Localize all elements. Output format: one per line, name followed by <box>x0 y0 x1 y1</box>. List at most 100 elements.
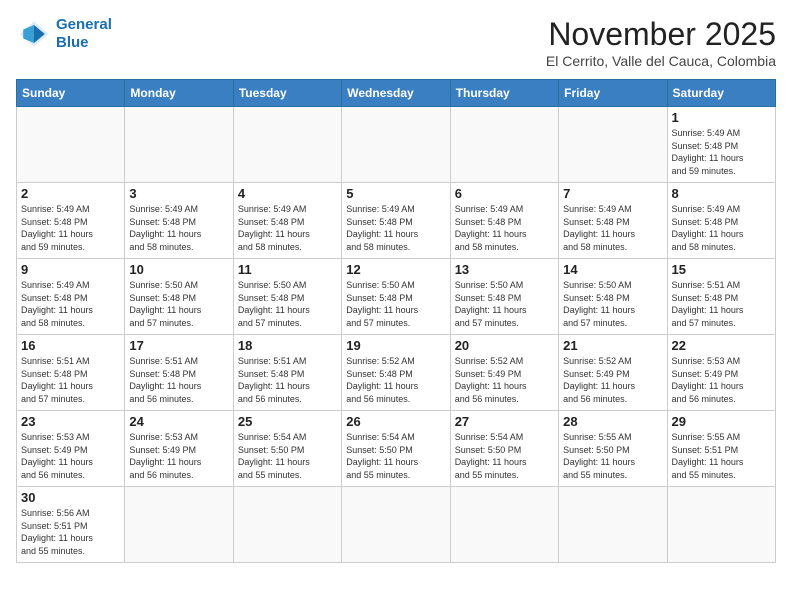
day-number: 25 <box>238 414 337 429</box>
calendar-day-cell: 6 Sunrise: 5:49 AM Sunset: 5:48 PM Daylig… <box>450 183 558 259</box>
day-number: 8 <box>672 186 771 201</box>
calendar-day-cell: 9Sunrise: 5:49 AM Sunset: 5:48 PM Daylig… <box>17 259 125 335</box>
day-info: Sunrise: 5:49 AM Sunset: 5:48 PM Dayligh… <box>346 203 445 253</box>
day-number: 4 <box>238 186 337 201</box>
weekday-header-friday: Friday <box>559 80 667 107</box>
day-info: Sunrise: 5:50 AM Sunset: 5:48 PM Dayligh… <box>563 279 662 329</box>
header: General Blue November 2025 El Cerrito, V… <box>16 16 776 69</box>
calendar-day-cell: 27 Sunrise: 5:54 AM Sunset: 5:50 PM Dayli… <box>450 411 558 487</box>
day-number: 16 <box>21 338 120 353</box>
day-number: 13 <box>455 262 554 277</box>
day-info: Sunrise: 5:49 AM Sunset: 5:48 PM Dayligh… <box>129 203 228 253</box>
calendar-day-cell: 16 Sunrise: 5:51 AM Sunset: 5:48 PM Dayli… <box>17 335 125 411</box>
day-number: 29 <box>672 414 771 429</box>
calendar-day-cell: 22 Sunrise: 5:53 AM Sunset: 5:49 PM Dayli… <box>667 335 775 411</box>
month-title: November 2025 <box>546 16 776 53</box>
day-number: 21 <box>563 338 662 353</box>
day-info: Sunrise: 5:51 AM Sunset: 5:48 PM Dayligh… <box>672 279 771 329</box>
calendar-day-cell <box>667 487 775 563</box>
calendar-day-cell: 8 Sunrise: 5:49 AM Sunset: 5:48 PM Daylig… <box>667 183 775 259</box>
day-number: 1 <box>672 110 771 125</box>
day-info: Sunrise: 5:55 AM Sunset: 5:51 PM Dayligh… <box>672 431 771 481</box>
logo-general: General <box>56 16 112 33</box>
calendar-day-cell <box>17 107 125 183</box>
weekday-header-wednesday: Wednesday <box>342 80 450 107</box>
logo-text: General Blue <box>56 16 112 52</box>
day-info: Sunrise: 5:55 AM Sunset: 5:50 PM Dayligh… <box>563 431 662 481</box>
calendar-day-cell <box>125 487 233 563</box>
day-number: 20 <box>455 338 554 353</box>
weekday-row: SundayMondayTuesdayWednesdayThursdayFrid… <box>17 80 776 107</box>
calendar-day-cell: 13Sunrise: 5:50 AM Sunset: 5:48 PM Dayli… <box>450 259 558 335</box>
day-number: 19 <box>346 338 445 353</box>
day-number: 12 <box>346 262 445 277</box>
day-number: 2 <box>21 186 120 201</box>
day-info: Sunrise: 5:49 AM Sunset: 5:48 PM Dayligh… <box>238 203 337 253</box>
weekday-header-sunday: Sunday <box>17 80 125 107</box>
logo-icon <box>16 16 52 52</box>
day-info: Sunrise: 5:50 AM Sunset: 5:48 PM Dayligh… <box>238 279 337 329</box>
day-number: 6 <box>455 186 554 201</box>
calendar-day-cell: 4 Sunrise: 5:49 AM Sunset: 5:48 PM Daylig… <box>233 183 341 259</box>
day-info: Sunrise: 5:54 AM Sunset: 5:50 PM Dayligh… <box>238 431 337 481</box>
day-number: 14 <box>563 262 662 277</box>
day-info: Sunrise: 5:50 AM Sunset: 5:48 PM Dayligh… <box>129 279 228 329</box>
title-area: November 2025 El Cerrito, Valle del Cauc… <box>546 16 776 69</box>
day-info: Sunrise: 5:54 AM Sunset: 5:50 PM Dayligh… <box>455 431 554 481</box>
day-number: 26 <box>346 414 445 429</box>
day-number: 11 <box>238 262 337 277</box>
logo-blue: Blue <box>56 34 89 51</box>
day-info: Sunrise: 5:56 AM Sunset: 5:51 PM Dayligh… <box>21 507 120 557</box>
day-info: Sunrise: 5:51 AM Sunset: 5:48 PM Dayligh… <box>21 355 120 405</box>
weekday-header-monday: Monday <box>125 80 233 107</box>
calendar-day-cell: 21Sunrise: 5:52 AM Sunset: 5:49 PM Dayli… <box>559 335 667 411</box>
calendar: SundayMondayTuesdayWednesdayThursdayFrid… <box>16 79 776 563</box>
calendar-header: SundayMondayTuesdayWednesdayThursdayFrid… <box>17 80 776 107</box>
day-info: Sunrise: 5:49 AM Sunset: 5:48 PM Dayligh… <box>21 203 120 253</box>
location-title: El Cerrito, Valle del Cauca, Colombia <box>546 53 776 69</box>
calendar-day-cell <box>125 107 233 183</box>
day-number: 9 <box>21 262 120 277</box>
day-number: 23 <box>21 414 120 429</box>
day-number: 30 <box>21 490 120 505</box>
calendar-day-cell: 23Sunrise: 5:53 AM Sunset: 5:49 PM Dayli… <box>17 411 125 487</box>
day-info: Sunrise: 5:50 AM Sunset: 5:48 PM Dayligh… <box>346 279 445 329</box>
day-info: Sunrise: 5:49 AM Sunset: 5:48 PM Dayligh… <box>563 203 662 253</box>
calendar-day-cell: 28Sunrise: 5:55 AM Sunset: 5:50 PM Dayli… <box>559 411 667 487</box>
weekday-header-thursday: Thursday <box>450 80 558 107</box>
calendar-day-cell: 11 Sunrise: 5:50 AM Sunset: 5:48 PM Dayli… <box>233 259 341 335</box>
day-info: Sunrise: 5:49 AM Sunset: 5:48 PM Dayligh… <box>672 203 771 253</box>
day-number: 22 <box>672 338 771 353</box>
calendar-day-cell: 7 Sunrise: 5:49 AM Sunset: 5:48 PM Daylig… <box>559 183 667 259</box>
day-number: 27 <box>455 414 554 429</box>
logo: General Blue <box>16 16 112 52</box>
day-number: 15 <box>672 262 771 277</box>
calendar-day-cell: 26Sunrise: 5:54 AM Sunset: 5:50 PM Dayli… <box>342 411 450 487</box>
calendar-week-row: 1Sunrise: 5:49 AM Sunset: 5:48 PM Daylig… <box>17 107 776 183</box>
day-info: Sunrise: 5:53 AM Sunset: 5:49 PM Dayligh… <box>129 431 228 481</box>
calendar-week-row: 16 Sunrise: 5:51 AM Sunset: 5:48 PM Dayli… <box>17 335 776 411</box>
calendar-day-cell: 30 Sunrise: 5:56 AM Sunset: 5:51 PM Dayli… <box>17 487 125 563</box>
day-number: 5 <box>346 186 445 201</box>
day-info: Sunrise: 5:51 AM Sunset: 5:48 PM Dayligh… <box>129 355 228 405</box>
day-number: 24 <box>129 414 228 429</box>
calendar-day-cell: 15 Sunrise: 5:51 AM Sunset: 5:48 PM Dayli… <box>667 259 775 335</box>
day-number: 17 <box>129 338 228 353</box>
weekday-header-tuesday: Tuesday <box>233 80 341 107</box>
calendar-day-cell: 17 Sunrise: 5:51 AM Sunset: 5:48 PM Dayli… <box>125 335 233 411</box>
calendar-day-cell: 25 Sunrise: 5:54 AM Sunset: 5:50 PM Dayli… <box>233 411 341 487</box>
calendar-day-cell <box>450 107 558 183</box>
calendar-day-cell: 18Sunrise: 5:51 AM Sunset: 5:48 PM Dayli… <box>233 335 341 411</box>
day-info: Sunrise: 5:49 AM Sunset: 5:48 PM Dayligh… <box>455 203 554 253</box>
calendar-day-cell <box>450 487 558 563</box>
calendar-week-row: 2 Sunrise: 5:49 AM Sunset: 5:48 PM Daylig… <box>17 183 776 259</box>
day-number: 7 <box>563 186 662 201</box>
calendar-day-cell: 19Sunrise: 5:52 AM Sunset: 5:48 PM Dayli… <box>342 335 450 411</box>
calendar-week-row: 23 Sunrise: 5:53 AM Sunset: 5:49 PM Dayli… <box>17 411 776 487</box>
calendar-day-cell: 24 Sunrise: 5:53 AM Sunset: 5:49 PM Dayli… <box>125 411 233 487</box>
day-info: Sunrise: 5:51 AM Sunset: 5:48 PM Dayligh… <box>238 355 337 405</box>
calendar-day-cell: 14 Sunrise: 5:50 AM Sunset: 5:48 PM Dayli… <box>559 259 667 335</box>
day-number: 3 <box>129 186 228 201</box>
day-info: Sunrise: 5:53 AM Sunset: 5:49 PM Dayligh… <box>672 355 771 405</box>
calendar-day-cell: 12 Sunrise: 5:50 AM Sunset: 5:48 PM Dayli… <box>342 259 450 335</box>
